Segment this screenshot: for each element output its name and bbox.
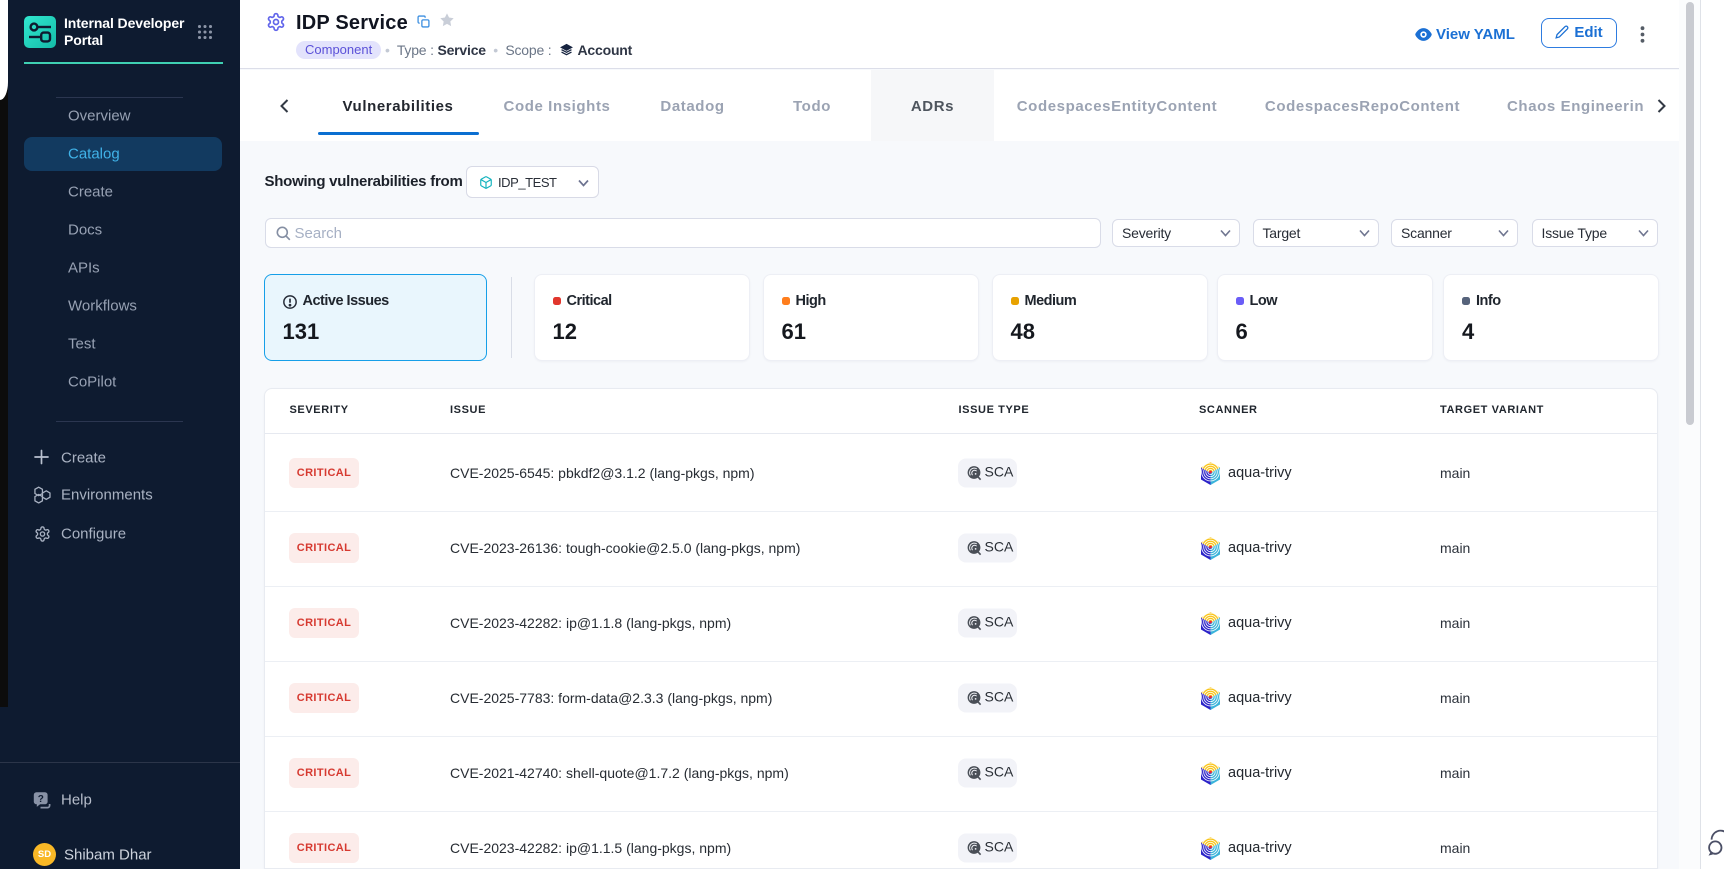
- svg-text:?: ?: [38, 794, 44, 805]
